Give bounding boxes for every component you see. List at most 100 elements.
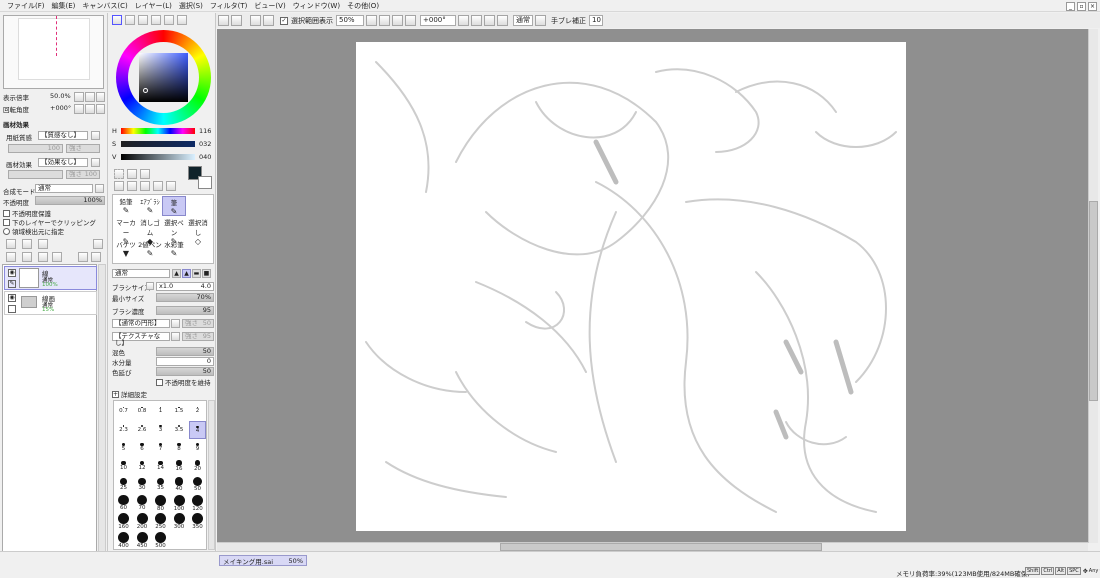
zoom-in-icon[interactable] [392, 15, 403, 26]
texture-select[interactable]: 【質感なし】 [38, 131, 88, 140]
tool-select-eraser[interactable]: 選択消し ◇ [186, 217, 210, 246]
tool-pencil[interactable]: 鉛筆 ✎ [114, 196, 138, 216]
edge-soft-icon[interactable]: ▲ [182, 269, 191, 278]
blend-mode-field[interactable]: 通常 [513, 15, 533, 26]
visibility-eye-icon[interactable]: ◉ [8, 294, 16, 302]
delete-layer-icon[interactable] [52, 252, 62, 262]
canvas-paper[interactable] [356, 42, 906, 531]
tool-bucket[interactable]: バケツ ▼ [114, 239, 138, 259]
brush-size-preset[interactable]: 160 [115, 513, 132, 531]
stabilizer-field[interactable]: 10 [589, 15, 603, 26]
move-icon[interactable] [114, 181, 124, 191]
tool-eraser[interactable]: 消しゴム ◆ [138, 217, 162, 246]
detail-settings-toggle[interactable]: + 詳細設定 [112, 389, 147, 399]
expand-icon[interactable]: + [112, 390, 119, 398]
tool-select-pen[interactable]: 選択ペン ✎ [162, 217, 186, 246]
min-size-slider[interactable]: 70% [156, 293, 214, 302]
brush-size-preset[interactable]: 60 [115, 494, 132, 513]
brush-size-preset[interactable]: 14 [152, 458, 169, 476]
menu-canvas[interactable]: キャンバス(C) [82, 0, 127, 12]
rotate-tool-icon[interactable] [140, 181, 150, 191]
deselect-icon[interactable] [250, 15, 261, 26]
brush-shape-select[interactable]: 【通常の円形】 [112, 319, 170, 328]
layer-item[interactable]: ◉ ✎ 線 通常 100% [4, 266, 97, 290]
move-down-icon[interactable] [91, 252, 101, 262]
copy-layer-icon[interactable] [6, 252, 16, 262]
menu-edit[interactable]: 編集(E) [52, 0, 76, 12]
tool-airbrush[interactable]: ｴｱﾌﾞﾗｼ ✎ [138, 196, 162, 216]
vertical-scrollbar[interactable] [1088, 29, 1098, 543]
saturation-value-box[interactable] [139, 53, 188, 102]
rotate-reset-icon[interactable] [497, 15, 508, 26]
swatch-tab-icon[interactable] [151, 15, 161, 25]
brush-size-preset[interactable]: 350 [189, 513, 206, 531]
menu-layer[interactable]: レイヤー(L) [135, 0, 172, 12]
brush-size-multiplier-icon[interactable] [146, 282, 154, 290]
invert-selection-icon[interactable] [263, 15, 274, 26]
brush-size-preset[interactable]: 120 [189, 494, 206, 513]
opacity-lock-checkbox[interactable] [3, 209, 10, 217]
eyedropper-icon[interactable] [166, 181, 176, 191]
water-slider[interactable]: 0 [156, 357, 214, 366]
zoom-field[interactable]: 50% [336, 15, 364, 26]
brush-size-preset[interactable]: 70 [134, 494, 151, 513]
rotate-right-icon[interactable] [85, 104, 95, 114]
tool-binary-pen[interactable]: 2値ペン ✎ [138, 239, 162, 259]
layer-list-scrollbar[interactable] [98, 264, 106, 564]
expand-folder-icon[interactable] [8, 305, 16, 313]
view-mode-icon[interactable] [218, 15, 229, 26]
hand-icon[interactable] [153, 181, 163, 191]
texture-dropdown-icon[interactable] [91, 131, 100, 140]
brush-size-preset[interactable]: 16 [171, 458, 188, 476]
brush-size-preset[interactable]: 25 [115, 476, 132, 494]
brush-size-preset[interactable]: 4 [189, 420, 206, 439]
menu-filter[interactable]: フィルタ(T) [210, 0, 248, 12]
layer-mask-icon[interactable] [93, 239, 103, 249]
visibility-eye-icon[interactable]: ◉ [8, 269, 16, 277]
brush-size-preset[interactable]: 6 [134, 439, 151, 457]
keep-opacity-checkbox[interactable] [156, 378, 163, 386]
color-wheel-tab-icon[interactable] [112, 15, 122, 25]
new-layer-icon[interactable] [6, 239, 16, 249]
alt-key-indicator[interactable]: Alt [1055, 567, 1067, 575]
brush-size-preset[interactable]: 20 [189, 458, 206, 476]
brush-size-preset[interactable]: 1 [152, 402, 169, 420]
brush-size-preset[interactable]: 9 [189, 439, 206, 457]
brush-texture-select[interactable]: 【テクスチャなし】 [112, 332, 170, 347]
effect-dropdown-icon[interactable] [91, 158, 100, 167]
brush-size-preset[interactable]: 5 [115, 439, 132, 457]
tool-empty-slot[interactable] [186, 239, 210, 259]
brush-size-scrollbar[interactable] [208, 400, 215, 550]
brush-size-preset[interactable]: 200 [134, 513, 151, 531]
menu-select[interactable]: 選択(S) [179, 0, 203, 12]
brush-size-preset[interactable]: 250 [152, 513, 169, 531]
hsv-slider-tab-icon[interactable] [138, 15, 148, 25]
brush-size-preset[interactable]: 300 [171, 513, 188, 531]
brush-size-preset[interactable]: 10 [115, 458, 132, 476]
navigator-preview[interactable] [3, 15, 104, 89]
minimize-icon[interactable]: _ [1066, 2, 1075, 11]
blend-dropdown-icon[interactable] [95, 184, 104, 193]
saturation-slider[interactable] [121, 141, 195, 147]
close-icon[interactable]: × [1088, 2, 1097, 11]
mixer-tab-icon[interactable] [164, 15, 174, 25]
tool-watercolor[interactable]: 水彩筆 ✎ [162, 239, 186, 259]
edge-hard-icon[interactable]: ▲ [172, 269, 181, 278]
zoom-out-icon[interactable] [379, 15, 390, 26]
move-up-icon[interactable] [78, 252, 88, 262]
menu-view[interactable]: ビュー(V) [254, 0, 285, 12]
brush-size-preset[interactable]: 30 [134, 476, 151, 494]
vertical-scroll-thumb[interactable] [1089, 201, 1098, 401]
space-key-indicator[interactable]: SPC [1067, 567, 1081, 575]
magic-wand-icon[interactable] [140, 169, 150, 179]
selection-source-radio[interactable] [3, 227, 10, 235]
color-wheel[interactable] [116, 30, 211, 125]
flip-icon[interactable] [535, 15, 546, 26]
menu-file[interactable]: ファイル(F) [7, 0, 45, 12]
brush-size-field[interactable]: x1.0 4.0 [156, 282, 214, 291]
rotate-dropdown-icon[interactable] [458, 15, 469, 26]
rotation-field[interactable]: +000° [420, 15, 456, 26]
brush-size-preset[interactable]: 7 [152, 439, 169, 457]
rotate-left-icon[interactable] [471, 15, 482, 26]
effect-select[interactable]: 【効果なし】 [38, 158, 88, 167]
